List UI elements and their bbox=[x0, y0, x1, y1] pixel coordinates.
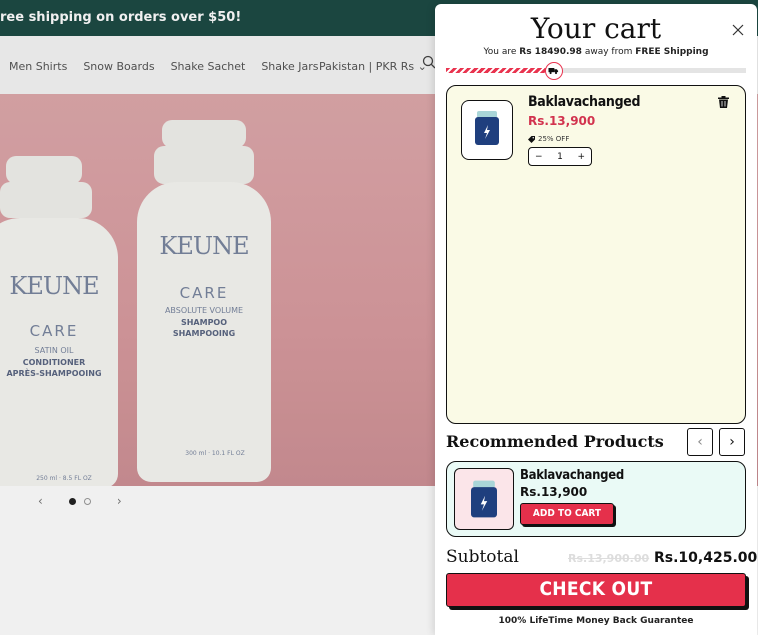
cart-drawer: Your cart You are Rs 18490.98 away from … bbox=[435, 4, 757, 635]
tag-icon bbox=[528, 135, 535, 143]
recommended-title: Recommended Products bbox=[446, 432, 664, 451]
cart-items-panel: Baklavachanged Rs.13,900 25% OFF − 1 + bbox=[446, 85, 746, 424]
shipping-amount: Rs 18490.98 bbox=[519, 47, 582, 57]
quantity-value[interactable]: 1 bbox=[557, 152, 563, 162]
product-jar-icon bbox=[471, 480, 497, 518]
discount-label: 25% OFF bbox=[538, 135, 570, 143]
subtotal-label: Subtotal bbox=[446, 547, 519, 567]
recommended-product-card: Baklavachanged Rs.13,900 ADD TO CART bbox=[446, 461, 746, 537]
shipping-progress-fill bbox=[446, 68, 551, 73]
shipping-prefix: You are bbox=[483, 47, 517, 57]
cart-item-image[interactable] bbox=[461, 100, 513, 160]
subtotal-price: Rs.10,425.00 bbox=[654, 550, 758, 566]
subtotal-original-price: Rs.13,900.00 bbox=[568, 552, 650, 565]
cart-item-discount: 25% OFF bbox=[528, 135, 569, 143]
recommended-product-price: Rs.13,900 bbox=[520, 485, 588, 499]
chevron-left-icon: ‹ bbox=[697, 434, 703, 450]
cart-title: Your cart bbox=[530, 12, 662, 45]
quantity-stepper: − 1 + bbox=[528, 147, 592, 166]
shipping-middle: away from bbox=[584, 47, 633, 57]
add-to-cart-button[interactable]: ADD TO CART bbox=[520, 503, 614, 525]
shipping-message: You are Rs 18490.98 away from FREE Shipp… bbox=[435, 47, 757, 57]
cart-item-price: Rs.13,900 bbox=[528, 114, 596, 128]
recommended-next-button[interactable]: › bbox=[719, 428, 745, 456]
guarantee-text: 100% LifeTime Money Back Guarantee bbox=[498, 616, 694, 626]
checkout-button[interactable]: CHECK OUT bbox=[446, 573, 746, 607]
shipping-target: FREE Shipping bbox=[635, 47, 709, 57]
chevron-right-icon: › bbox=[729, 434, 735, 450]
recommended-product-image[interactable] bbox=[454, 468, 514, 530]
close-icon[interactable] bbox=[730, 22, 746, 38]
truck-icon bbox=[545, 62, 563, 80]
shipping-progress-bar bbox=[446, 68, 746, 73]
recommended-prev-button[interactable]: ‹ bbox=[687, 428, 713, 456]
quantity-decrease-button[interactable]: − bbox=[535, 152, 543, 162]
cart-item-name[interactable]: Baklavachanged bbox=[528, 94, 641, 110]
quantity-increase-button[interactable]: + bbox=[577, 152, 585, 162]
recommended-product-name[interactable]: Baklavachanged bbox=[520, 468, 624, 483]
trash-icon[interactable] bbox=[718, 96, 729, 108]
product-jar-icon bbox=[475, 111, 499, 145]
